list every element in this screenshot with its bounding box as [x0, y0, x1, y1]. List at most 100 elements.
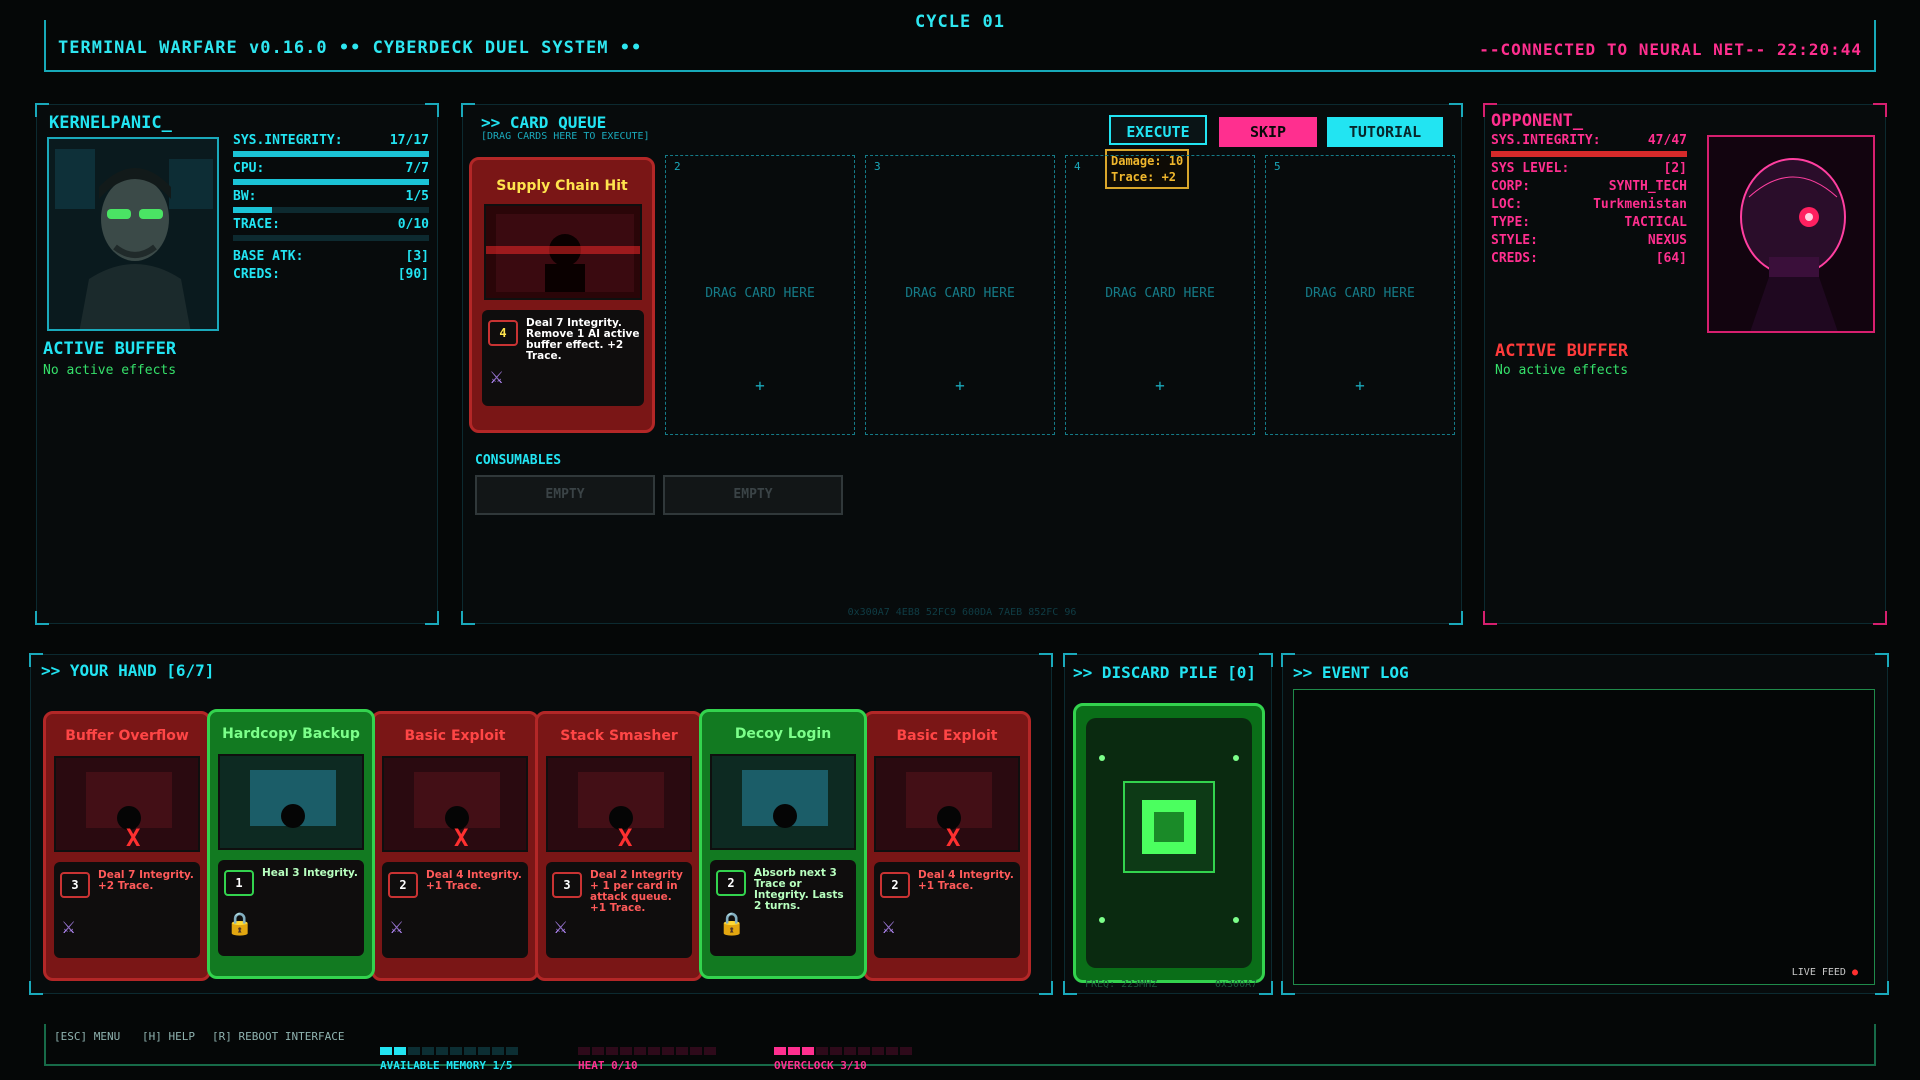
card-cost: 3	[60, 872, 90, 898]
queue-slot-2[interactable]: 2 DRAG CARD HERE +	[665, 155, 855, 435]
opponent-integrity-bar	[1491, 151, 1687, 157]
gauge-pip	[872, 1047, 884, 1055]
player-buffer-status: No active effects	[43, 363, 177, 378]
app-title: TERMINAL WARFARE v0.16.0 •• CYBERDECK DU…	[58, 38, 643, 58]
discard-pile[interactable]	[1073, 703, 1265, 983]
gauge-pip	[900, 1047, 912, 1055]
stat-bw: BW: 1/5	[233, 189, 429, 204]
overclock-gauge: OVERCLOCK 3/10	[774, 1040, 914, 1072]
plus-icon: +	[1155, 376, 1165, 395]
card-desc: 3 Deal 7 Integrity. +2 Trace. ⚔	[54, 862, 200, 958]
queue-slot-4[interactable]: 4 DRAG CARD HERE +	[1065, 155, 1255, 435]
hand-card[interactable]: Buffer Overflow X 3 Deal 7 Integrity. +2 Tr…	[43, 711, 211, 981]
trace-bar	[233, 235, 429, 241]
plus-icon: +	[955, 376, 965, 395]
opponent-fields: SYS LEVEL: [2] CORP: SYNTH_TECH LOC: Turkmeni…	[1491, 161, 1687, 269]
player-avatar	[47, 137, 219, 331]
consumable-slot-1[interactable]: EMPTY	[475, 475, 655, 515]
stat-creds: CREDS: [90]	[233, 267, 429, 282]
card-cost: 2	[716, 870, 746, 896]
bw-bar	[233, 207, 429, 213]
stat-integrity: SYS.INTEGRITY: 17/17	[233, 133, 429, 148]
sword-icon: ⚔	[390, 914, 404, 939]
card-text: Deal 4 Integrity. +1 Trace.	[426, 869, 522, 892]
card-name: Supply Chain Hit	[496, 178, 628, 194]
queue-slot-5[interactable]: 5 DRAG CARD HERE +	[1265, 155, 1455, 435]
gauge-pip	[620, 1047, 632, 1055]
gauge-pip	[394, 1047, 406, 1055]
card-text: Deal 4 Integrity. +1 Trace.	[918, 869, 1014, 892]
shield-lock-icon: 🔒	[718, 912, 746, 937]
player-panel: KERNELPANIC_ SYS.INTEGRITY: 17/17 CPU: 7/7…	[35, 103, 439, 625]
queued-card[interactable]: Supply Chain Hit 4 Deal 7 Integrity. Rem…	[469, 157, 655, 433]
card-desc: 4 Deal 7 Integrity. Remove 1 AI active b…	[482, 310, 644, 406]
hand-card[interactable]: Basic Exploit X 2 Deal 4 Integrity. +1 Trac…	[863, 711, 1031, 981]
gauge-pip	[844, 1047, 856, 1055]
reboot-key[interactable]: [R] REBOOT INTERFACE	[212, 1030, 344, 1043]
help-key[interactable]: [H] HELP	[142, 1030, 195, 1043]
stat-cpu: CPU: 7/7	[233, 161, 429, 176]
gauge-pip	[464, 1047, 476, 1055]
card-text: Absorb next 3 Trace or Integrity. Lasts …	[754, 867, 844, 912]
gauge-pip	[676, 1047, 688, 1055]
card-text: Deal 7 Integrity. +2 Trace.	[98, 869, 194, 892]
sword-icon: ⚔	[62, 914, 76, 939]
live-feed-label: LIVE FEED ●	[1791, 967, 1858, 978]
discard-freq: FREQ: 223MHZ	[1085, 979, 1158, 990]
hand-card[interactable]: Basic Exploit X 2 Deal 4 Integrity. +1 Trac…	[371, 711, 539, 981]
connection-status: --CONNECTED TO NEURAL NET-- 22:20:44	[1479, 40, 1862, 59]
hand-panel: >> YOUR HAND [6/7] Buffer Overflow X 3 Deal…	[29, 653, 1053, 995]
gauge-pip	[408, 1047, 420, 1055]
opponent-avatar	[1707, 135, 1875, 333]
hand-card[interactable]: Stack Smasher X 3 Deal 2 Integrity + 1 per …	[535, 711, 703, 981]
skip-button[interactable]: SKIP	[1219, 117, 1317, 147]
opponent-field: STYLE: NEXUS	[1491, 233, 1687, 248]
cyborg-skull-icon	[1709, 137, 1873, 331]
queue-slot-3[interactable]: 3 DRAG CARD HERE +	[865, 155, 1055, 435]
unplayable-x-icon: X	[946, 824, 961, 852]
plus-icon: +	[755, 376, 765, 395]
card-art	[218, 754, 364, 850]
opponent-field: CORP: SYNTH_TECH	[1491, 179, 1687, 194]
hand-card[interactable]: Hardcopy Backup 1 Heal 3 Integrity. 🔒	[207, 709, 375, 979]
queue-title: >> CARD QUEUE	[481, 113, 607, 132]
gauge-pip	[662, 1047, 674, 1055]
consumables-title: CONSUMABLES	[475, 453, 562, 468]
gauge-pip	[690, 1047, 702, 1055]
gauge-pip	[704, 1047, 716, 1055]
event-log-feed[interactable]: LIVE FEED ●	[1293, 689, 1875, 985]
gauge-pip	[648, 1047, 660, 1055]
live-dot-icon: ●	[1845, 967, 1858, 978]
gauge-pip	[450, 1047, 462, 1055]
hand-card[interactable]: Decoy Login 2 Absorb next 3 Trace or Integ…	[699, 709, 867, 979]
cpu-bar	[233, 179, 429, 185]
gauge-pip	[592, 1047, 604, 1055]
gauge-pip	[380, 1047, 392, 1055]
opponent-panel: OPPONENT_ SYS.INTEGRITY: 47/47 SYS LEVEL:…	[1483, 103, 1887, 625]
gauge-pip	[478, 1047, 490, 1055]
sword-icon: ⚔	[554, 914, 568, 939]
gauge-pip	[436, 1047, 448, 1055]
discard-panel: >> DISCARD PILE [0] FREQ: 223MHZ 0x300A7	[1063, 653, 1273, 995]
tutorial-button[interactable]: TUTORIAL	[1327, 117, 1443, 147]
sword-icon: ⚔	[882, 914, 896, 939]
gauge-pip	[886, 1047, 898, 1055]
menu-key[interactable]: [ESC] MENU	[54, 1030, 120, 1043]
opponent-buffer-title: ACTIVE BUFFER	[1495, 341, 1629, 361]
stat-trace: TRACE: 0/10	[233, 217, 429, 232]
card-name: Decoy Login	[734, 726, 832, 742]
heat-gauge: HEAT 0/10	[578, 1040, 718, 1072]
player-name: KERNELPANIC_	[49, 113, 172, 133]
execute-button[interactable]: EXECUTE	[1109, 115, 1207, 145]
queue-subtitle: [DRAG CARDS HERE TO EXECUTE]	[481, 131, 650, 142]
card-name: Buffer Overflow	[65, 728, 189, 744]
card-name: Basic Exploit	[896, 728, 998, 744]
sword-icon: ⚔	[490, 364, 504, 389]
card-cost: 4	[488, 320, 518, 346]
gauge-pip	[858, 1047, 870, 1055]
gauge-pip	[830, 1047, 842, 1055]
consumable-slot-2[interactable]: EMPTY	[663, 475, 843, 515]
opponent-field: TYPE: TACTICAL	[1491, 215, 1687, 230]
shield-lock-icon: 🔒	[226, 912, 254, 937]
memory-gauge: AVAILABLE MEMORY 1/5	[380, 1040, 520, 1072]
